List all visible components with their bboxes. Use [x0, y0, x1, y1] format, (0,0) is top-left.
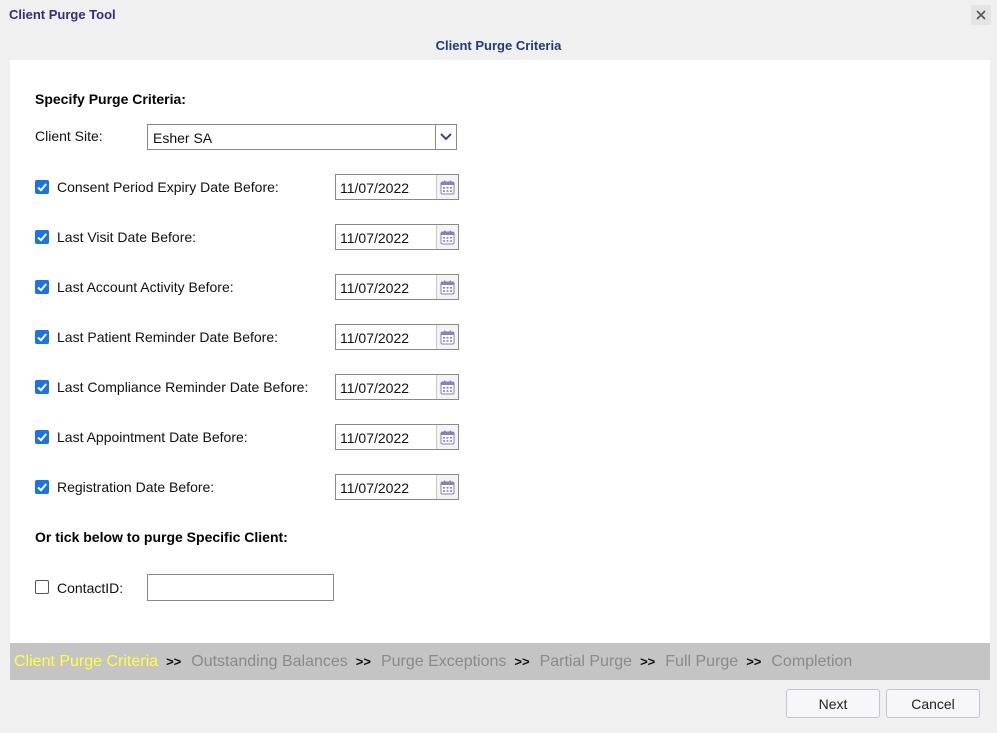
wizard-step: Full Purge [665, 652, 739, 670]
wizard-step: Partial Purge [539, 652, 633, 670]
specific-client-heading: Or tick below to purge Specific Client: [35, 529, 288, 545]
check-icon [37, 383, 47, 392]
calendar-icon [440, 280, 455, 294]
date-picker-button[interactable] [436, 375, 458, 399]
date-value: 11/07/2022 [340, 330, 410, 346]
date-input[interactable]: 11/07/2022 [335, 424, 459, 450]
date-input[interactable]: 11/07/2022 [335, 324, 459, 350]
criteria-checkbox[interactable] [35, 430, 49, 444]
title-bar: Client Purge Tool [0, 0, 997, 30]
date-picker-button[interactable] [436, 175, 458, 199]
calendar-icon [440, 230, 455, 244]
calendar-icon [440, 330, 455, 344]
client-site-label: Client Site: [35, 128, 103, 144]
date-value: 11/07/2022 [340, 480, 410, 496]
wizard-separator: >> [746, 654, 762, 669]
check-icon [37, 283, 47, 292]
criteria-label: Consent Period Expiry Date Before: [57, 179, 279, 195]
date-picker-button[interactable] [436, 475, 458, 499]
check-icon [37, 483, 47, 492]
date-input[interactable]: 11/07/2022 [335, 224, 459, 250]
check-icon [37, 183, 47, 192]
close-button[interactable] [971, 5, 991, 25]
client-site-value: Esher SA [153, 130, 213, 146]
criteria-checkbox[interactable] [35, 180, 49, 194]
criteria-checkbox[interactable] [35, 230, 49, 244]
date-value: 11/07/2022 [340, 430, 410, 446]
calendar-icon [440, 430, 455, 444]
client-site-select[interactable]: Esher SA [147, 124, 457, 150]
date-value: 11/07/2022 [340, 280, 410, 296]
date-input[interactable]: 11/07/2022 [335, 274, 459, 300]
criteria-label: Registration Date Before: [57, 479, 215, 495]
date-input[interactable]: 11/07/2022 [335, 174, 459, 200]
wizard-separator: >> [640, 654, 656, 669]
contactid-label: ContactID: [57, 580, 124, 596]
criteria-checkbox[interactable] [35, 280, 49, 294]
window-title: Client Purge Tool [9, 7, 116, 22]
calendar-icon [440, 380, 455, 394]
wizard-separator: >> [355, 654, 371, 669]
date-value: 11/07/2022 [340, 380, 410, 396]
wizard-step: Client Purge Criteria [14, 652, 159, 670]
contactid-input[interactable] [147, 574, 334, 601]
step-title: Client Purge Criteria [435, 38, 562, 53]
date-value: 11/07/2022 [340, 180, 410, 196]
date-picker-button[interactable] [436, 425, 458, 449]
wizard-separator: >> [514, 654, 530, 669]
criteria-label: Last Compliance Reminder Date Before: [57, 379, 309, 395]
criteria-checkbox[interactable] [35, 480, 49, 494]
cancel-button[interactable]: Cancel [886, 689, 980, 718]
criteria-panel: Specify Purge Criteria: Client Site: Esh… [10, 60, 990, 643]
calendar-icon [440, 480, 455, 494]
next-button[interactable]: Next [786, 689, 880, 718]
wizard-steps-bar: Client Purge Criteria >> Outstanding Balan… [10, 643, 990, 680]
date-input[interactable]: 11/07/2022 [335, 474, 459, 500]
criteria-label: Last Account Activity Before: [57, 279, 234, 295]
check-icon [37, 333, 47, 342]
date-picker-button[interactable] [436, 225, 458, 249]
check-icon [37, 433, 47, 442]
contactid-checkbox[interactable] [35, 580, 49, 594]
date-picker-button[interactable] [436, 325, 458, 349]
criteria-checkbox[interactable] [35, 380, 49, 394]
criteria-label: Last Patient Reminder Date Before: [57, 329, 279, 345]
date-input[interactable]: 11/07/2022 [335, 374, 459, 400]
date-picker-button[interactable] [436, 275, 458, 299]
check-icon [37, 233, 47, 242]
calendar-icon [440, 180, 455, 194]
wizard-step: Outstanding Balances [191, 652, 348, 670]
chevron-down-icon [440, 133, 452, 141]
criteria-label: Last Appointment Date Before: [57, 429, 248, 445]
criteria-label: Last Visit Date Before: [57, 229, 197, 245]
dropdown-button[interactable] [435, 125, 456, 149]
wizard-step: Purge Exceptions [380, 652, 507, 670]
criteria-checkbox[interactable] [35, 330, 49, 344]
close-icon [976, 10, 986, 20]
wizard-step: Completion [771, 652, 853, 670]
criteria-heading: Specify Purge Criteria: [35, 91, 186, 107]
date-value: 11/07/2022 [340, 230, 410, 246]
wizard-separator: >> [166, 654, 182, 669]
